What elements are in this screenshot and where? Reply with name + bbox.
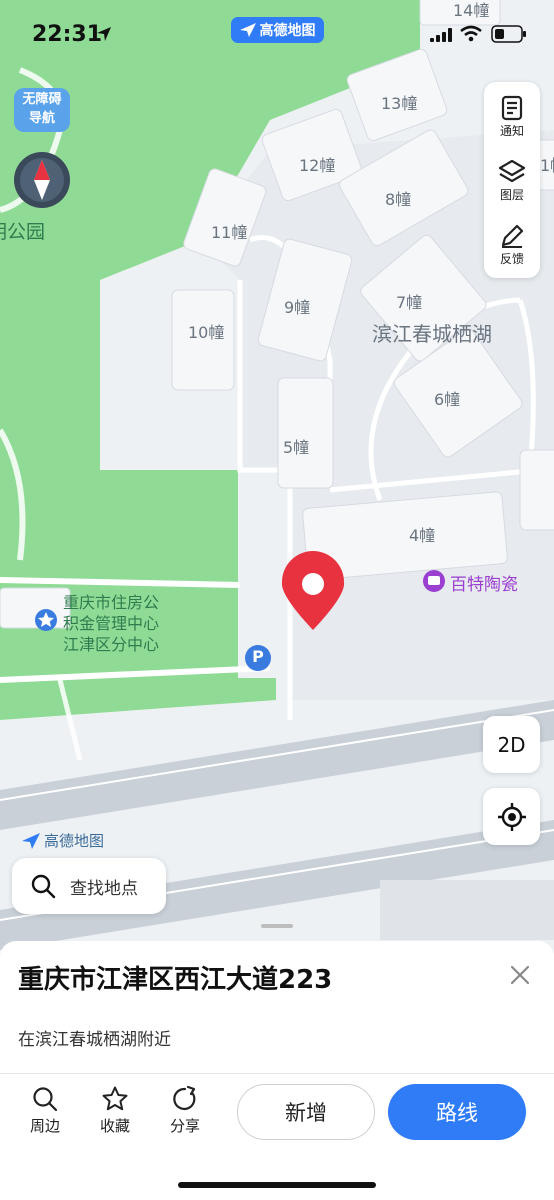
share-icon	[173, 1085, 196, 1111]
notice-icon	[501, 95, 523, 120]
sheet-divider	[0, 1073, 554, 1074]
amap-logo-icon	[239, 23, 256, 37]
nearby-button[interactable]: 周边	[20, 1085, 70, 1136]
amap-app-pill-label: 高德地图	[259, 23, 316, 39]
layers-button[interactable]: 图层	[484, 148, 540, 212]
share-label: 分享	[169, 1117, 200, 1135]
poi-shop-label[interactable]: 百特陶瓷	[450, 570, 518, 595]
building-label-12: 12幢	[299, 156, 336, 175]
battery-icon	[491, 25, 526, 43]
amap-logo-watermark: 高德地图	[22, 830, 104, 851]
share-button[interactable]: 分享	[160, 1085, 210, 1136]
close-icon[interactable]	[508, 963, 532, 987]
search-icon	[31, 874, 56, 899]
building-label-6: 6幢	[434, 390, 461, 409]
park-label[interactable]: 明公园	[0, 222, 45, 243]
amap-logo-icon	[22, 832, 40, 849]
favorite-label: 收藏	[99, 1117, 130, 1135]
map-tool-panel: 通知 图层 反馈	[484, 82, 540, 278]
cellular-signal-icon	[430, 28, 452, 42]
accessible-nav-badge[interactable]: 无障碍导航	[14, 90, 70, 128]
building-label-9: 9幢	[284, 298, 311, 317]
watermark-text: @江津在线	[380, 1158, 505, 1186]
location-arrow-icon	[97, 27, 111, 41]
notice-label: 通知	[499, 123, 524, 138]
amap-logo-text: 高德地图	[44, 832, 105, 850]
nearby-label: 周边	[29, 1117, 60, 1135]
building-label-5: 5幢	[283, 438, 310, 457]
feedback-pencil-icon	[501, 224, 524, 248]
parking-icon[interactable]: P	[250, 647, 266, 666]
accessible-nav-label: 无障碍导航	[22, 92, 62, 126]
building-label-13: 13幢	[381, 94, 418, 113]
place-subtitle: 在滨江春城栖湖附近	[18, 1030, 171, 1050]
layers-label: 图层	[499, 187, 524, 202]
sheet-grab-handle[interactable]	[261, 924, 293, 928]
building-label-1: 1幢	[540, 156, 554, 175]
community-label[interactable]: 滨江春城栖湖	[372, 318, 492, 347]
favorite-button[interactable]: 收藏	[90, 1085, 140, 1136]
search-icon	[33, 1087, 58, 1112]
home-indicator[interactable]	[178, 1182, 376, 1188]
wifi-icon	[460, 25, 482, 42]
building-label-8: 8幢	[385, 190, 412, 209]
star-icon	[102, 1086, 128, 1111]
feedback-button[interactable]: 反馈	[484, 212, 540, 276]
view-mode-button[interactable]: 2D	[483, 716, 540, 773]
status-time: 22:31	[32, 22, 103, 47]
locate-button[interactable]	[483, 788, 540, 845]
route-button[interactable]: 路线	[388, 1084, 526, 1140]
search-placeholder: 查找地点	[70, 878, 138, 899]
search-box[interactable]: 查找地点	[12, 858, 166, 914]
building-label-4: 4幢	[409, 526, 436, 545]
add-new-button[interactable]: 新增	[237, 1084, 375, 1140]
feedback-label: 反馈	[499, 251, 524, 266]
notice-button[interactable]: 通知	[484, 84, 540, 148]
building-label-11: 11幢	[211, 223, 248, 242]
poi-gov-line2: 积金管理中心	[63, 614, 160, 633]
place-title: 重庆市江津区西江大道223	[18, 965, 333, 995]
compass-icon[interactable]	[14, 152, 70, 208]
building-label-7: 7幢	[396, 293, 423, 312]
map-pin-icon[interactable]	[282, 552, 344, 632]
amap-app-pill[interactable]: 高德地图	[231, 17, 324, 43]
locate-crosshair-icon	[497, 802, 526, 831]
status-bar: 22:31 高德地图	[0, 0, 554, 70]
layers-icon	[498, 159, 526, 182]
building-label-10: 10幢	[188, 323, 225, 342]
poi-gov-label[interactable]: 重庆市住房公 积金管理中心 江津区分中心	[63, 592, 159, 655]
poi-gov-line1: 重庆市住房公	[63, 593, 160, 612]
poi-gov-line3: 江津区分中心	[63, 635, 160, 654]
